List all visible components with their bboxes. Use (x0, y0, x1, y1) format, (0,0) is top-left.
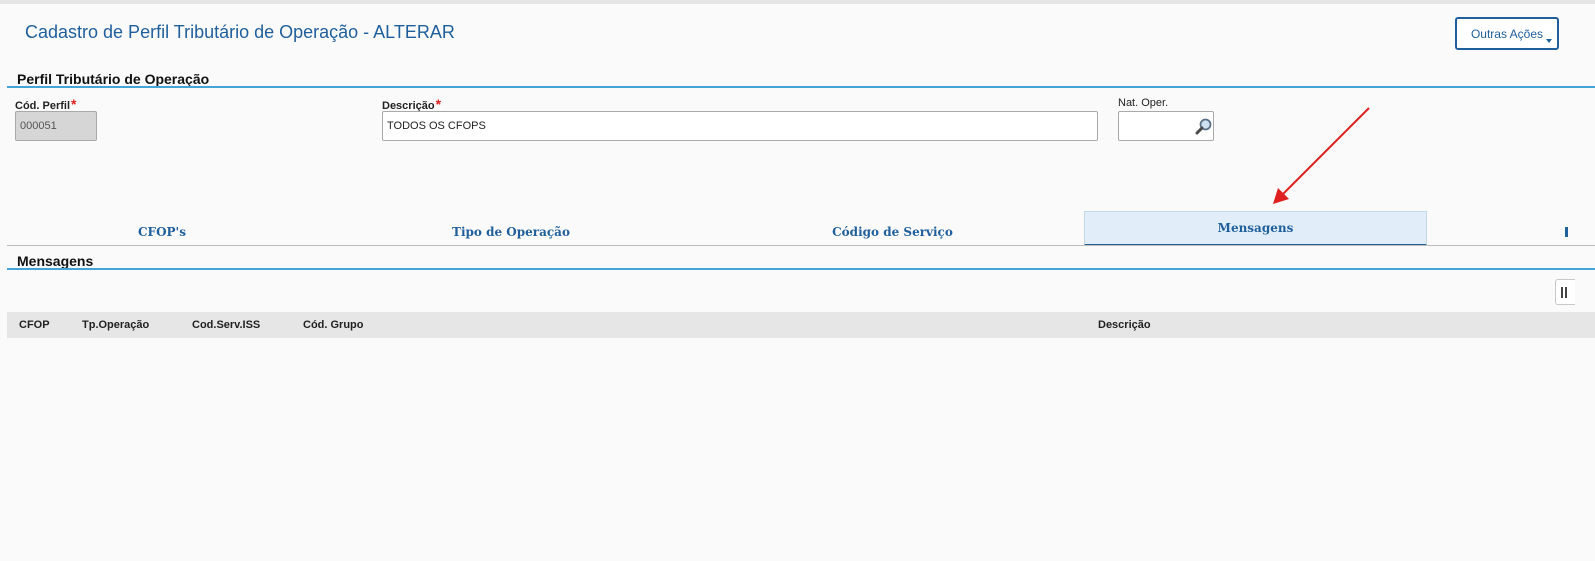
other-actions-button[interactable]: Outras Ações (1455, 17, 1559, 50)
top-strip (0, 0, 1595, 4)
tab-tipo-de-operacao[interactable]: Tipo de Operação (380, 222, 642, 242)
cod-perfil-value: 000051 (20, 120, 57, 132)
descricao-field[interactable]: TODOS OS CFOPS (382, 111, 1098, 141)
descricao-value: TODOS OS CFOPS (387, 120, 486, 132)
tab-cfops[interactable]: CFOP's (62, 222, 262, 242)
form-section-title: Perfil Tributário de Operação (17, 71, 210, 87)
tab-codigo-de-servico[interactable]: Código de Serviço (760, 222, 1025, 242)
tabs-divider (7, 245, 1595, 246)
required-mark: * (435, 96, 442, 112)
column-header-cfop[interactable]: CFOP (19, 319, 50, 331)
annotation-arrow (1273, 107, 1370, 204)
column-header-tp-operacao[interactable]: Tp.Operação (82, 319, 149, 331)
page-title: Cadastro de Perfil Tributário de Operaçã… (25, 22, 455, 42)
cod-perfil-field[interactable]: 000051 (15, 111, 97, 141)
messages-section-divider (7, 268, 1595, 270)
column-header-cod-serv-iss[interactable]: Cod.Serv.ISS (192, 319, 260, 331)
form-section-divider (7, 86, 1595, 88)
messages-grid-header: CFOP Tp.Operação Cod.Serv.ISS Cód. Grupo… (7, 312, 1595, 338)
required-mark: * (71, 96, 77, 112)
nat-oper-label: Nat. Oper. (1118, 97, 1169, 109)
messages-grid-body (7, 338, 1595, 561)
column-config-icon[interactable] (1555, 279, 1575, 305)
column-header-cod-grupo[interactable]: Cód. Grupo (303, 319, 364, 331)
tab-overflow-edge (1565, 227, 1568, 237)
column-header-descricao[interactable]: Descrição (1098, 319, 1151, 331)
other-actions-label: Outras Ações (1470, 26, 1544, 41)
messages-section-title: Mensagens (17, 253, 94, 269)
caret-down-icon (1546, 39, 1552, 43)
descricao-label: Descrição* (382, 96, 441, 112)
cod-perfil-label: Cód. Perfil* (15, 96, 76, 112)
tab-mensagens[interactable]: Mensagens (1084, 211, 1427, 246)
magnifier-icon[interactable] (1194, 116, 1214, 136)
